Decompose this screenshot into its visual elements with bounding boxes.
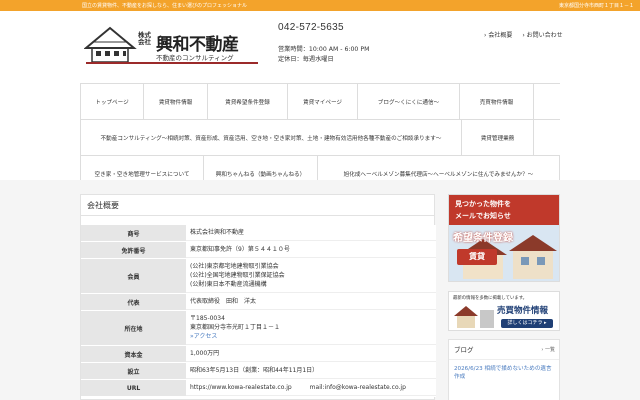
top-bar: 国立の賃貸物件、不動産をお探しなら、住まい選びのプロフェッショナル 東京都国分寺… [0,0,640,11]
global-nav: トップページ 賃貸物件情報 賃貸希望条件登録 賃貸マイページ ブログ～くにくに通… [80,83,560,192]
nav-item-management[interactable]: 賃貸管理業務 [462,120,534,156]
hours-text: 営業時間：10:00 AM - 6:00 PM [278,46,370,53]
nav-item-top[interactable]: トップページ [80,84,144,120]
row-label: 設立 [81,363,186,379]
table-row: 会員 (公社)東京都宅地建物取引業協会 (公社)全国宅地建物取引業保証協会 (公… [81,259,436,294]
nav-item-mypage[interactable]: 賃貸マイページ [288,84,358,120]
row-label: 資本金 [81,346,186,362]
row-label: 商号 [81,225,186,241]
blog-widget: ブログ › 一覧 2026/6/23 相続で揉めないための遺言作成 [448,339,560,400]
row-value: 代表取締役 田和 洋太 [186,294,436,310]
banner-label: 希望条件登録 [453,233,513,244]
row-value: 1,000万円 [186,346,436,362]
row-value: (公社)東京都宅地建物取引業協会 (公社)全国宅地建物取引業保証協会 (公財)東… [186,259,436,293]
nav-item-blog[interactable]: ブログ～くにくに通信～ [358,84,460,120]
nav-row-2: 不動産コンサルティング～相続対策、資産形成、資産活用、空き地・空き家対策、土地・… [80,120,560,156]
table-row: 免許番号 東京都知事免許（9）第５４４１０号 [81,242,436,259]
blog-more-link[interactable]: › 一覧 [541,340,555,360]
row-value: 昭和63年5月13日（創業：昭和44年11月1日） [186,363,436,379]
row-label: 所在地 [81,311,186,345]
rental-request-banner[interactable]: 見つかった物件を メールでお知らせ 希望条件登録 賃貸 [448,194,560,282]
row-label: 免許番号 [81,242,186,258]
blog-entry[interactable]: 2026/6/23 相続で揉めないための遺言作成 [449,360,559,386]
row-value: 〒185-0034 東京都国分寺市光町１丁目１－１ »アクセス [186,311,436,345]
business-hours: 営業時間：10:00 AM - 6:00 PM 定休日：毎週水曜日 [278,45,369,65]
table-row: 所在地 〒185-0034 東京都国分寺市光町１丁目１－１ »アクセス [81,311,436,346]
blog-widget-title: ブログ [454,346,474,354]
blog-widget-header: ブログ › 一覧 [449,340,559,360]
nav-item-rental-request[interactable]: 賃貸希望条件登録 [208,84,288,120]
header-links: › 会社概要 › お問い合わせ [484,30,563,39]
row-label: 会員 [81,259,186,293]
table-row: 設立 昭和63年5月13日（創業：昭和44年11月1日） [81,363,436,380]
banner2-button: 詳しくはコチラ ▸ [501,319,553,328]
rental-badge: 賃貸 [457,249,497,265]
table-row: 商号 株式会社興和不動産 [81,225,436,242]
company-profile-panel: 会社概要 商号 株式会社興和不動産 免許番号 東京都知事免許（9）第５４４１０号… [80,194,436,400]
row-value: 東京都知事免許（9）第５４４１０号 [186,242,436,258]
row-label: URL [81,380,186,396]
banner-line-2: メールでお知らせ [455,212,511,220]
banner2-top-text: 最新の情報を多数に掲載しています。 [453,296,528,301]
row-value: 株式会社興和不動産 [186,225,436,241]
access-link[interactable]: »アクセス [190,332,432,341]
logo-prefix: 株式会社 [138,31,151,46]
company-info-table: 商号 株式会社興和不動産 免許番号 東京都知事免許（9）第５４４１０号 会員 (… [81,225,436,397]
company-logo[interactable]: 株式会社 興和不動産 不動産のコンサルティング [83,22,264,70]
site-address: 東京都国分寺市西町１丁目１－１ [558,3,634,9]
header-link-contact[interactable]: › お問い合わせ [522,30,562,39]
table-row: 資本金 1,000万円 [81,346,436,363]
page-title: 会社概要 [81,195,434,216]
row-label: 代表 [81,294,186,310]
row-value: https://www.kowa-realestate.co.jp mail:i… [186,380,436,396]
banner2-title: 売買物件情報 [497,306,549,316]
header-link-company[interactable]: › 会社概要 [484,30,512,39]
building-icon [454,306,494,328]
blog-entry-date: 2026/6/23 [454,366,483,372]
sales-property-banner[interactable]: 最新の情報を多数に掲載しています。 売買物件情報 詳しくはコチラ ▸ [448,291,560,331]
table-row: 代表 代表取締役 田和 洋太 [81,294,436,311]
phone-number[interactable]: 042-572-5635 [278,22,344,33]
nav-row-1: トップページ 賃貸物件情報 賃貸希望条件登録 賃貸マイページ ブログ～くにくに通… [80,84,560,120]
logo-underline [86,62,258,64]
nav-item-consulting[interactable]: 不動産コンサルティング～相続対策、資産形成、資産活用、空き地・空き家対策、土地・… [80,120,462,156]
site-tagline: 国立の賃貸物件、不動産をお探しなら、住まい選びのプロフェッショナル [82,3,248,9]
closed-day-text: 定休日：毎週水曜日 [278,56,334,63]
nav-item-rental[interactable]: 賃貸物件情報 [144,84,208,120]
nav-item-sales[interactable]: 売買物件情報 [460,84,534,120]
table-row: URL https://www.kowa-realestate.co.jp ma… [81,380,436,397]
logo-subtitle: 不動産のコンサルティング [156,54,234,62]
banner-line-1: 見つかった物件を [455,200,511,208]
